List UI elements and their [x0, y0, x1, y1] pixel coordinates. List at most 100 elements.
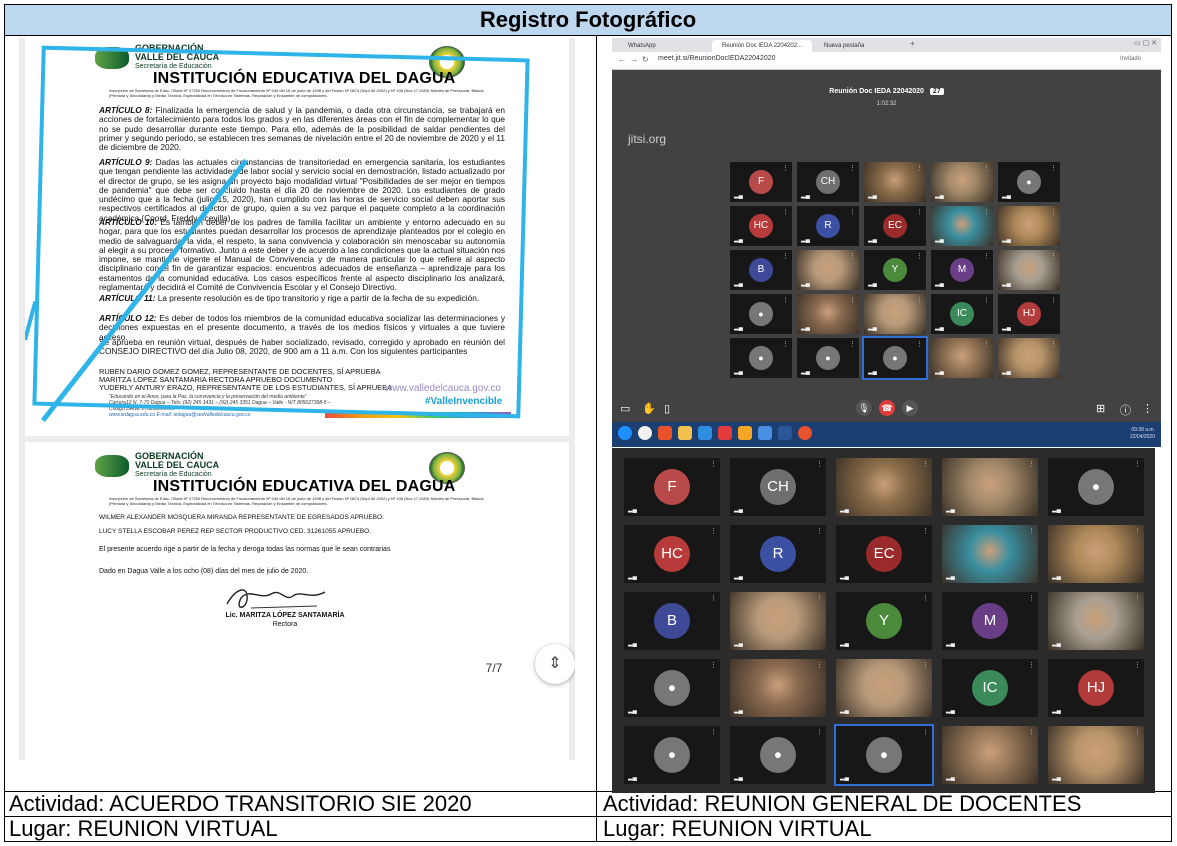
participant-tile[interactable]: CH ▂▄ ⋮	[730, 458, 826, 516]
participant-tile[interactable]: ▂▄ ⋮	[730, 659, 826, 717]
tile-menu-icon[interactable]: ⋮	[849, 296, 856, 304]
document-viewer[interactable]: GOBERNACIÓN VALLE DEL CAUCA Secretaría d…	[19, 38, 575, 760]
pdf-icon[interactable]	[718, 426, 732, 440]
tile-menu-icon[interactable]: ⋮	[1028, 728, 1035, 736]
window-controls[interactable]: ▭ ▢ ✕	[1134, 39, 1157, 47]
tile-menu-icon[interactable]: ⋮	[983, 208, 990, 216]
tile-menu-icon[interactable]: ⋮	[983, 296, 990, 304]
chrome-icon[interactable]	[658, 426, 672, 440]
participant-tile[interactable]: ● ▂▄ ⋮	[797, 338, 859, 378]
participant-tile[interactable]: ▂▄ ⋮	[1048, 592, 1144, 650]
ie-icon[interactable]	[698, 426, 712, 440]
mic-icon[interactable]: 🎙	[856, 400, 872, 416]
participant-tile[interactable]: ▂▄ ⋮	[931, 338, 993, 378]
tile-menu-icon[interactable]: ⋮	[710, 728, 717, 736]
tile-menu-icon[interactable]: ⋮	[1050, 340, 1057, 348]
raise-hand-icon[interactable]: ✋	[642, 402, 656, 415]
participant-tile[interactable]: R ▂▄ ⋮	[730, 525, 826, 583]
tile-menu-icon[interactable]: ⋮	[782, 296, 789, 304]
tab-whatsapp[interactable]: WhatsApp	[618, 40, 710, 52]
tile-menu-icon[interactable]: ⋮	[922, 594, 929, 602]
tile-menu-icon[interactable]: ⋮	[1134, 594, 1141, 602]
hangup-icon[interactable]: ☎	[879, 400, 895, 416]
url-field[interactable]: meet.jit.si/ReunionDocIEDA22042020	[658, 55, 776, 62]
participant-tile[interactable]: CH ▂▄ ⋮	[797, 162, 859, 202]
tile-menu-icon[interactable]: ⋮	[1028, 661, 1035, 669]
start-icon[interactable]	[618, 426, 632, 440]
participant-tile[interactable]: ▂▄ ⋮	[931, 162, 993, 202]
participant-tile[interactable]: ● ▂▄ ⋮	[624, 659, 720, 717]
tile-menu-icon[interactable]: ⋮	[1134, 661, 1141, 669]
tile-menu-icon[interactable]: ⋮	[983, 164, 990, 172]
tile-menu-icon[interactable]: ⋮	[1134, 728, 1141, 736]
tile-menu-icon[interactable]: ⋮	[983, 340, 990, 348]
participant-tile[interactable]: ▂▄ ⋮	[998, 250, 1060, 290]
participant-tile[interactable]: ● ▂▄ ⋮	[834, 724, 934, 786]
screen-share-icon[interactable]: ▯	[664, 402, 670, 415]
participant-tile[interactable]: ▂▄ ⋮	[836, 659, 932, 717]
participant-tile[interactable]: ▂▄ ⋮	[864, 294, 926, 334]
scroll-toggle-button[interactable]: ⇕	[535, 644, 575, 684]
participant-tile[interactable]: ▂▄ ⋮	[998, 206, 1060, 246]
tile-menu-icon[interactable]: ⋮	[1028, 460, 1035, 468]
participant-tile[interactable]: HC ▂▄ ⋮	[730, 206, 792, 246]
tile-menu-icon[interactable]: ⋮	[710, 527, 717, 535]
profile-label[interactable]: Invitado	[1120, 56, 1141, 62]
tile-menu-icon[interactable]: ⋮	[1050, 208, 1057, 216]
participant-tile[interactable]: M ▂▄ ⋮	[942, 592, 1038, 650]
tile-menu-icon[interactable]: ⋮	[849, 340, 856, 348]
participant-tile[interactable]: F ▂▄ ⋮	[730, 162, 792, 202]
folder-icon[interactable]	[678, 426, 692, 440]
photos-icon[interactable]	[758, 426, 772, 440]
participant-tile[interactable]: ● ▂▄ ⋮	[730, 726, 826, 784]
tile-menu-icon[interactable]: ⋮	[1134, 527, 1141, 535]
tile-menu-icon[interactable]: ⋮	[816, 460, 823, 468]
tile-menu-icon[interactable]: ⋮	[1134, 460, 1141, 468]
chat-icon[interactable]: ▭	[620, 402, 630, 415]
more-icon[interactable]: ⋮	[1142, 402, 1153, 415]
participant-tile[interactable]: ● ▂▄ ⋮	[624, 726, 720, 784]
participant-tile[interactable]: ▂▄ ⋮	[797, 250, 859, 290]
tile-menu-icon[interactable]: ⋮	[1050, 164, 1057, 172]
tile-menu-icon[interactable]: ⋮	[916, 340, 923, 348]
participant-tile[interactable]: IC ▂▄ ⋮	[931, 294, 993, 334]
participant-tile[interactable]: ● ▂▄ ⋮	[1048, 458, 1144, 516]
tile-menu-icon[interactable]: ⋮	[816, 594, 823, 602]
participant-tile[interactable]: ▂▄ ⋮	[942, 525, 1038, 583]
participant-tile[interactable]: HC ▂▄ ⋮	[624, 525, 720, 583]
word-icon[interactable]	[778, 426, 792, 440]
tile-menu-icon[interactable]: ⋮	[1050, 296, 1057, 304]
tile-view-icon[interactable]: ⊞	[1096, 402, 1105, 415]
tile-menu-icon[interactable]: ⋮	[782, 164, 789, 172]
tile-menu-icon[interactable]: ⋮	[916, 252, 923, 260]
tile-menu-icon[interactable]: ⋮	[849, 164, 856, 172]
reload-icon[interactable]: ↻	[642, 55, 649, 64]
participant-tile[interactable]: ▂▄ ⋮	[1048, 726, 1144, 784]
participant-tile[interactable]: B ▂▄ ⋮	[730, 250, 792, 290]
participant-tile[interactable]: ● ▂▄ ⋮	[862, 336, 928, 380]
tile-menu-icon[interactable]: ⋮	[983, 252, 990, 260]
tile-menu-icon[interactable]: ⋮	[1028, 527, 1035, 535]
participant-tile[interactable]: ▂▄ ⋮	[998, 338, 1060, 378]
camera-icon[interactable]: ▶	[902, 400, 918, 416]
chrome-window-icon[interactable]	[798, 426, 812, 440]
participant-tile[interactable]: M ▂▄ ⋮	[931, 250, 993, 290]
tile-menu-icon[interactable]: ⋮	[782, 252, 789, 260]
tile-menu-icon[interactable]: ⋮	[816, 527, 823, 535]
app-icon[interactable]	[738, 426, 752, 440]
tile-menu-icon[interactable]: ⋮	[922, 527, 929, 535]
tab-new[interactable]: Nueva pestaña	[814, 40, 904, 52]
participant-tile[interactable]: Y ▂▄ ⋮	[864, 250, 926, 290]
participant-tile[interactable]: ▂▄ ⋮	[864, 162, 926, 202]
tile-menu-icon[interactable]: ⋮	[1050, 252, 1057, 260]
tile-menu-icon[interactable]: ⋮	[922, 661, 929, 669]
participant-tile[interactable]: Y ▂▄ ⋮	[836, 592, 932, 650]
participant-tile[interactable]: EC ▂▄ ⋮	[864, 206, 926, 246]
participant-tile[interactable]: B ▂▄ ⋮	[624, 592, 720, 650]
media-player-icon[interactable]	[638, 426, 652, 440]
tile-menu-icon[interactable]: ⋮	[816, 661, 823, 669]
tile-menu-icon[interactable]: ⋮	[816, 728, 823, 736]
participant-tile[interactable]: F ▂▄ ⋮	[624, 458, 720, 516]
participant-tile[interactable]: IC ▂▄ ⋮	[942, 659, 1038, 717]
info-icon[interactable]: ⓘ	[1120, 402, 1131, 418]
